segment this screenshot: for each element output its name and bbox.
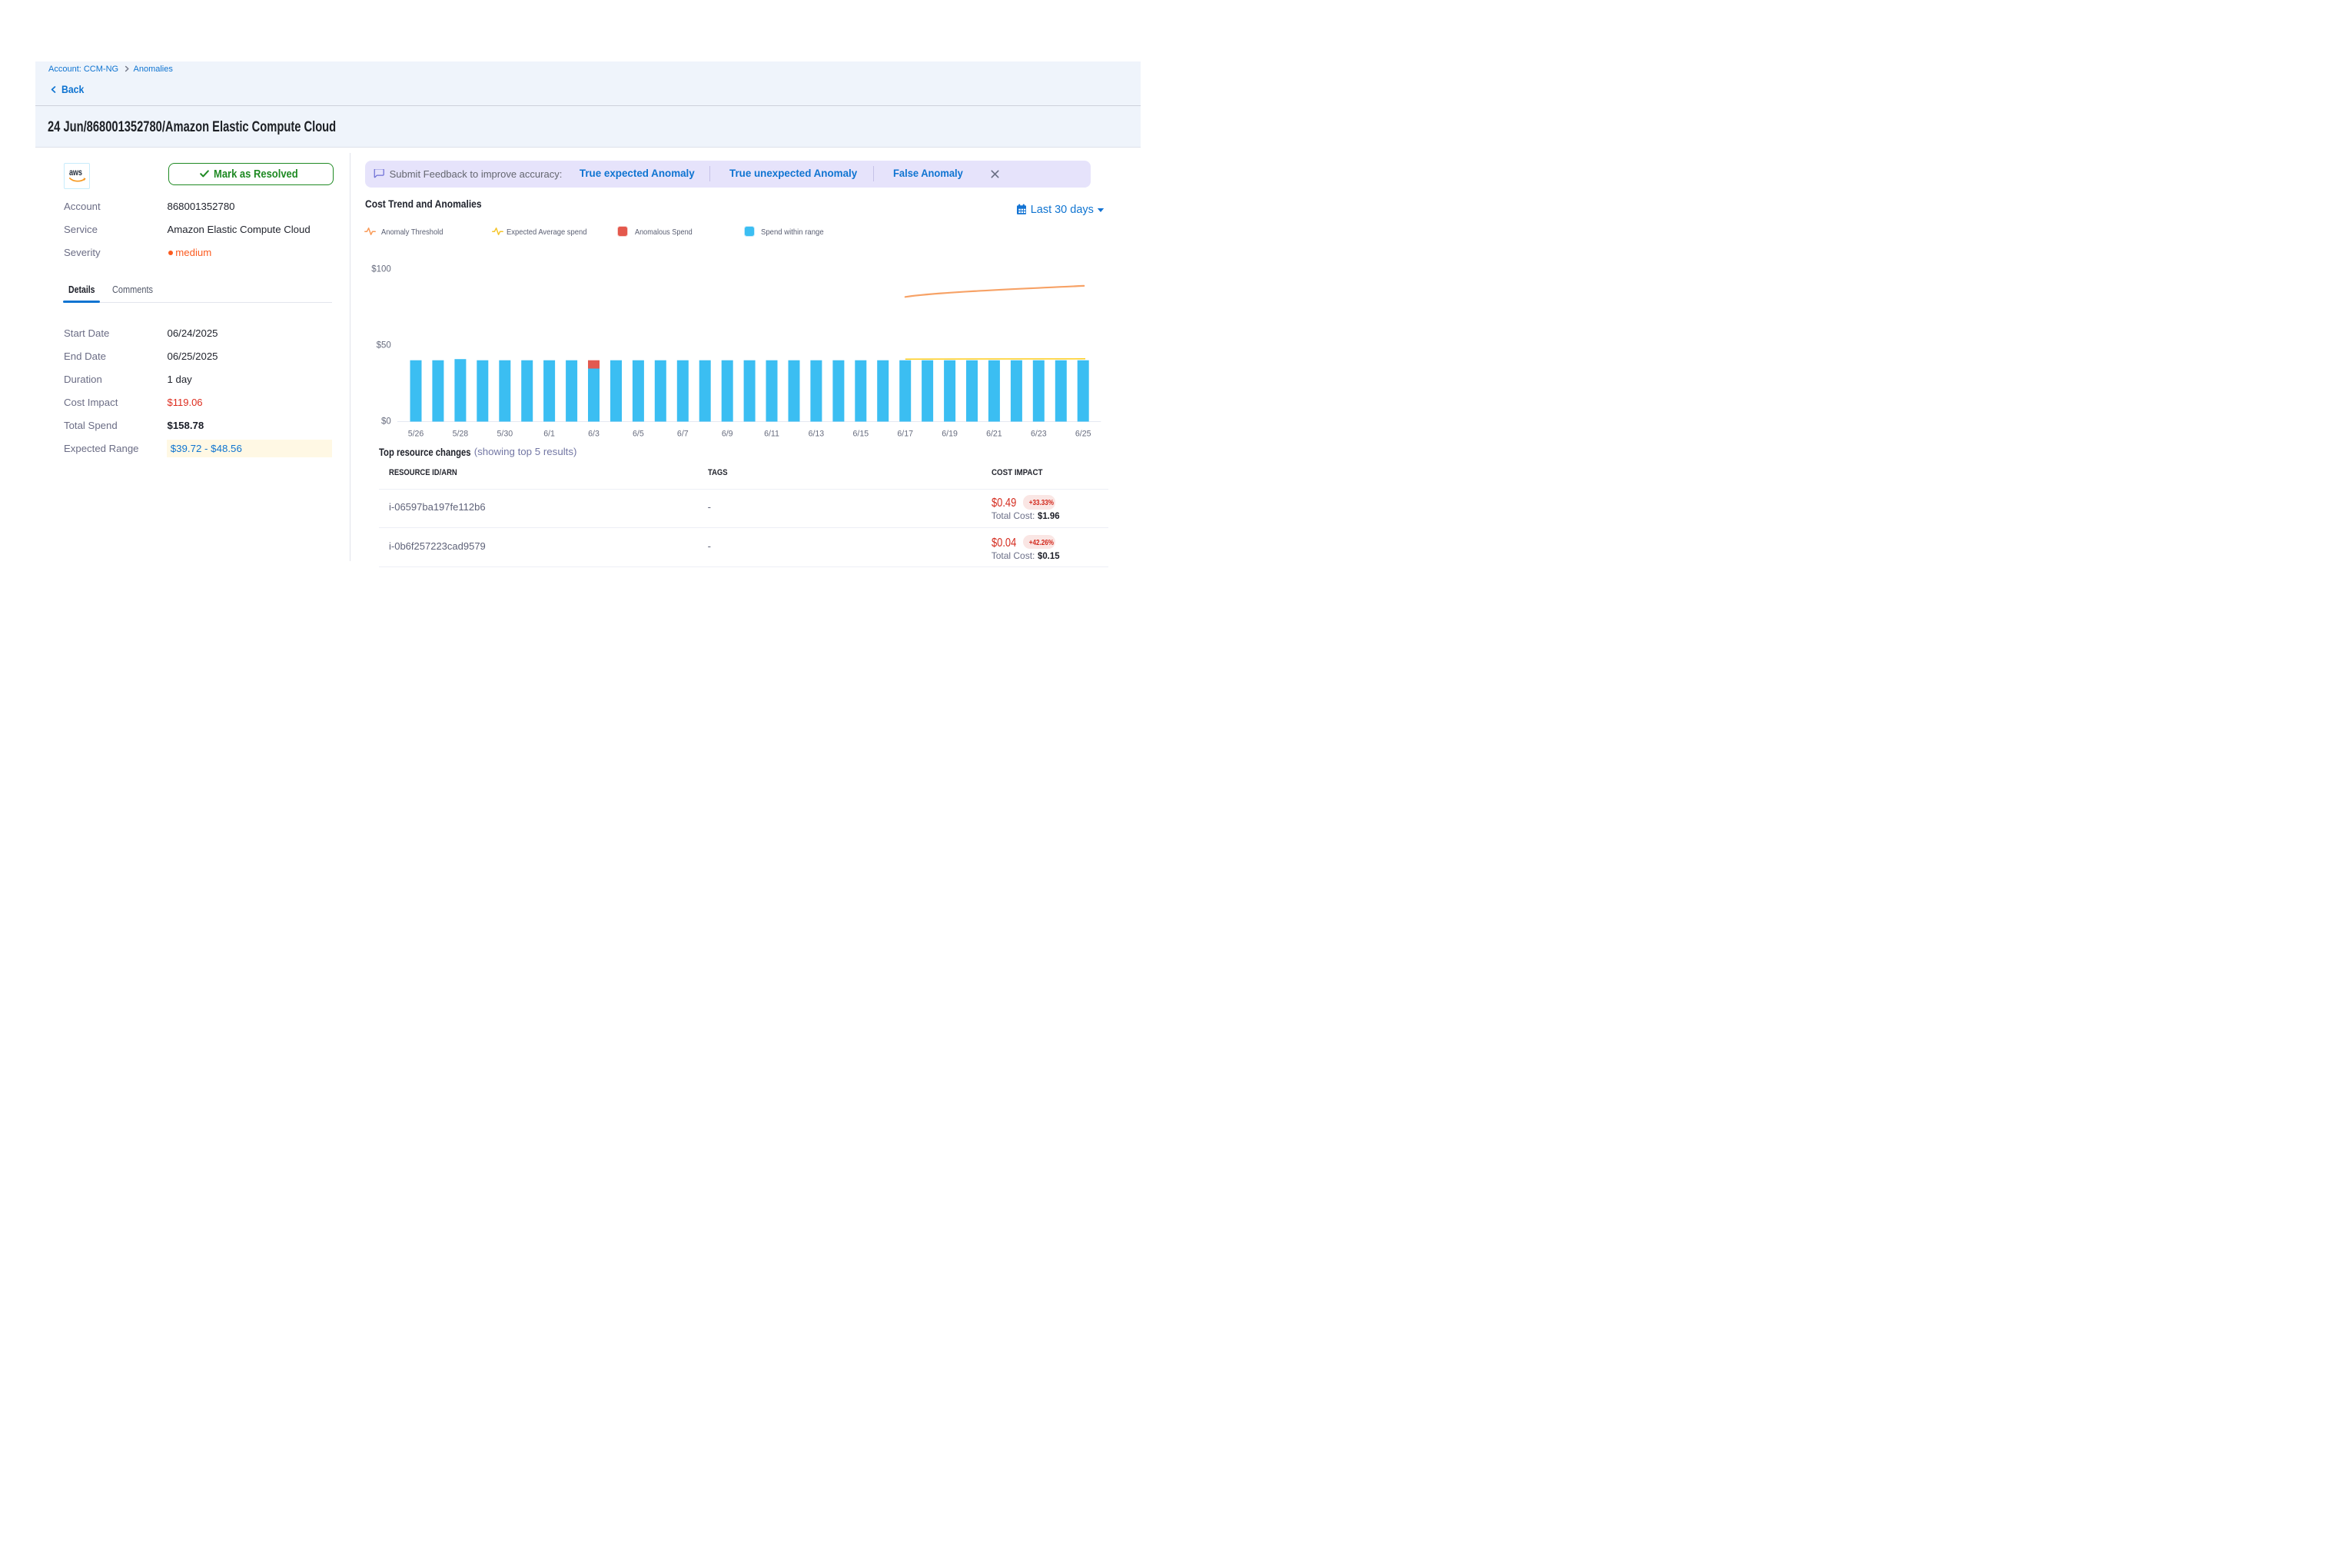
svg-text:6/5: 6/5 — [633, 429, 644, 438]
svg-text:$0: $0 — [381, 417, 391, 426]
svg-text:$100: $100 — [371, 264, 391, 274]
svg-text:6/25: 6/25 — [1075, 429, 1091, 438]
svg-text:5/30: 5/30 — [497, 429, 513, 438]
svg-text:5/26: 5/26 — [408, 429, 424, 438]
svg-text:5/28: 5/28 — [453, 429, 469, 438]
svg-text:6/15: 6/15 — [852, 429, 869, 438]
svg-text:6/23: 6/23 — [1031, 429, 1047, 438]
svg-text:$50: $50 — [377, 341, 391, 350]
svg-text:6/17: 6/17 — [897, 429, 913, 438]
svg-text:6/13: 6/13 — [809, 429, 825, 438]
svg-text:6/1: 6/1 — [543, 429, 555, 438]
svg-text:6/11: 6/11 — [764, 429, 779, 438]
svg-text:6/7: 6/7 — [677, 429, 689, 438]
svg-text:6/9: 6/9 — [722, 429, 733, 438]
svg-text:6/19: 6/19 — [942, 429, 958, 438]
svg-text:6/21: 6/21 — [986, 429, 1002, 438]
svg-text:6/3: 6/3 — [588, 429, 600, 438]
